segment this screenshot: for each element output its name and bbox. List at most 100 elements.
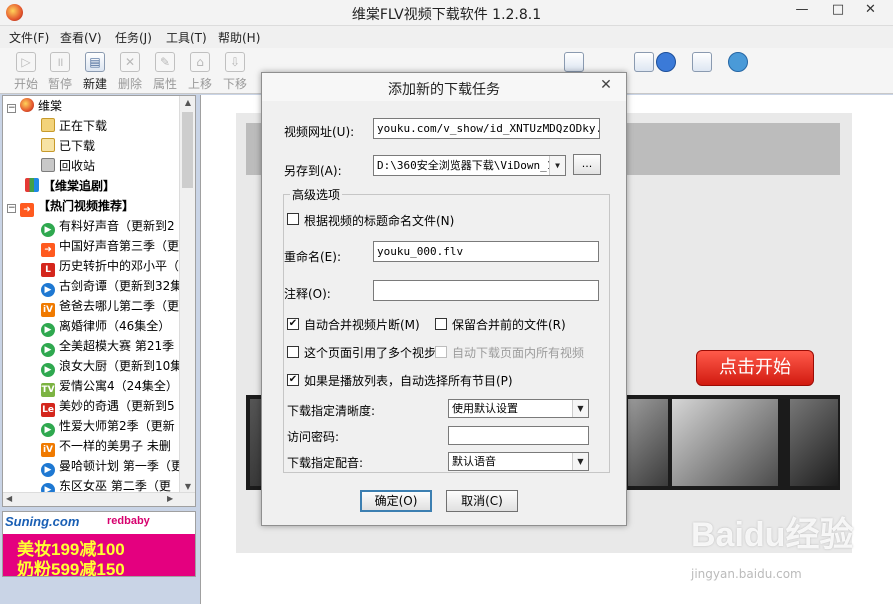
downloading-folder-icon [41,118,55,132]
menu-tasks[interactable]: 任务(J) [115,29,152,46]
playlist-checkbox[interactable]: ✔ [287,374,299,386]
click-start-button[interactable]: 点击开始 [696,350,814,386]
ad-line-2: 奶粉599减150 [17,560,125,577]
delete-icon: ✕ [120,52,140,72]
tree-item-downloading[interactable]: 正在下载 [41,116,107,136]
password-input[interactable] [448,426,589,445]
chat-icon [728,52,748,72]
collapse-icon[interactable]: − [7,104,16,113]
save-to-value: D:\360安全浏览器下载\ViDown_1 [377,159,554,172]
tree-item-label: 已下载 [59,139,96,153]
thumbnail[interactable] [628,399,668,486]
toolbar-extra-4[interactable] [726,50,750,92]
save-to-combo[interactable]: D:\360安全浏览器下载\ViDown_1 ▼ [373,155,566,176]
keep-before-merge-checkbox[interactable] [435,318,447,330]
multi-video-checkbox[interactable] [287,346,299,358]
resolution-value: 使用默认设置 [452,402,518,415]
tree-video-item[interactable]: Le 美妙的奇遇（更新到5 [41,396,175,417]
audio-select[interactable]: 默认语音 ▼ [448,452,589,471]
scroll-up-arrow[interactable]: ▲ [180,96,195,110]
minimize-button[interactable]: — [782,0,822,22]
video-source-icon: iV [41,443,55,457]
browse-button[interactable]: ... [573,154,601,175]
tree-video-label: 爸爸去哪儿第二季（更 [59,299,180,313]
video-source-icon: iV [41,303,55,317]
thumbnail[interactable] [672,399,778,486]
tree-video-label: 全美超模大赛 第21季 [59,339,175,353]
tree-video-item[interactable]: iV 爸爸去哪儿第二季（更 [41,296,180,317]
tree-root[interactable]: − 维棠 [7,96,62,116]
tree-item-recycle-bin[interactable]: 回收站 [41,156,95,176]
chevron-down-icon[interactable]: ▼ [549,156,565,175]
exit-icon [564,52,584,72]
note-label: 注释(O): [284,287,331,301]
dialog-close-button[interactable]: ✕ [592,74,620,96]
resolution-label: 下载指定清晰度: [287,404,376,418]
move-down-icon: ⇩ [225,52,245,72]
move-up-button[interactable]: ⌂ 上移 [183,50,217,92]
tree-video-item[interactable]: L 历史转折中的邓小平（ [41,256,179,277]
start-button[interactable]: ▷ 开始 [9,50,43,92]
tree-video-item[interactable]: ▶ 有料好声音（更新到2 [41,216,175,237]
toolbar-extra-1[interactable] [632,50,656,92]
ok-button[interactable]: 确定(O) [360,490,432,512]
tree-item-downloaded[interactable]: 已下载 [41,136,95,156]
properties-button[interactable]: ✎ 属性 [148,50,182,92]
scroll-right-arrow[interactable]: ▶ [167,494,173,503]
dialog-title-bar: 添加新的下载任务 ✕ [262,73,626,101]
note-input[interactable] [373,280,599,301]
move-up-label: 上移 [187,77,212,91]
thumbnail[interactable] [790,399,838,486]
tree-root-label: 维棠 [38,99,63,113]
resolution-select[interactable]: 使用默认设置 ▼ [448,399,589,418]
url-label: 视频网址(U): [284,125,355,139]
delete-button[interactable]: ✕ 删除 [113,50,147,92]
tree-video-label: 美妙的奇遇（更新到5 [59,399,175,413]
auto-download-all-checkbox[interactable] [435,346,447,358]
video-source-icon: ▶ [41,223,55,237]
url-input[interactable]: youku.com/v_show/id_XNTUzMDQzODky.html [373,118,600,139]
rename-input[interactable]: youku_000.flv [373,241,599,262]
tree-video-item[interactable]: ▶ 浪女大厨（更新到10集 [41,356,182,377]
auto-merge-checkbox[interactable]: ✔ [287,318,299,330]
video-source-icon: ▶ [41,343,55,357]
name-by-title-checkbox[interactable] [287,213,299,225]
menu-help[interactable]: 帮助(H) [218,29,260,46]
scroll-thumb[interactable] [182,112,193,188]
tree-video-item[interactable]: ▶ 全美超模大赛 第21季 [41,336,175,357]
toolbar-extra-3[interactable] [690,50,714,92]
cancel-button[interactable]: 取消(C) [446,490,518,512]
toolbar-extra-2[interactable] [654,50,678,92]
video-source-icon: TV [41,383,55,397]
pause-button[interactable]: ॥ 暂停 [43,50,77,92]
tree-item-hot[interactable]: − ➜ 【热门视频推荐】 [7,196,134,217]
chevron-down-icon[interactable]: ▼ [572,400,588,417]
close-window-button[interactable]: ✕ [848,0,893,22]
tree-video-item[interactable]: ➜ 中国好声音第三季（更 [41,236,179,257]
multi-video-label: 这个页面引用了多个视步 [304,346,437,360]
chevron-down-icon[interactable]: ▼ [572,453,588,470]
ad-banner[interactable]: Suning.com redbaby 美妆199减100 奶粉599减150 [2,511,196,577]
ad-brand-suning: Suning.com [5,514,80,529]
video-source-icon: ▶ [41,323,55,337]
name-by-title-label: 根据视频的标题命名文件(N) [304,214,455,228]
collapse-icon[interactable]: − [7,204,16,213]
scroll-left-arrow[interactable]: ◀ [6,494,12,503]
tree-vertical-scrollbar[interactable]: ▲ ▼ [179,96,195,494]
tree-video-item[interactable]: ▶ 古剑奇谭（更新到32集 [41,276,182,297]
tree-video-label: 爱情公寓4（24集全） [59,379,178,393]
password-label: 访问密码: [287,430,340,444]
tree-item-follow[interactable]: 【维棠追剧】 [25,176,115,196]
menu-view[interactable]: 查看(V) [60,29,102,46]
tree-video-item[interactable]: ▶ 曼哈顿计划 第一季（更 [41,456,183,477]
move-down-button[interactable]: ⇩ 下移 [218,50,252,92]
menu-file[interactable]: 文件(F) [9,29,49,46]
tree-video-item[interactable]: ▶ 离婚律师（46集全） [41,316,170,337]
tree-horizontal-scrollbar[interactable]: ◀ ▶ [3,492,195,506]
tree-video-item[interactable]: TV 爱情公寓4（24集全） [41,376,178,397]
tree-video-item[interactable]: ▶ 性爱大师第2季（更新 [41,416,175,437]
menu-tools[interactable]: 工具(T) [166,29,207,46]
tree-video-item[interactable]: iV 不一样的美男子 未删 [41,436,171,457]
new-task-button[interactable]: ▤ 新建 [78,50,112,92]
bookmark-icon [692,52,712,72]
